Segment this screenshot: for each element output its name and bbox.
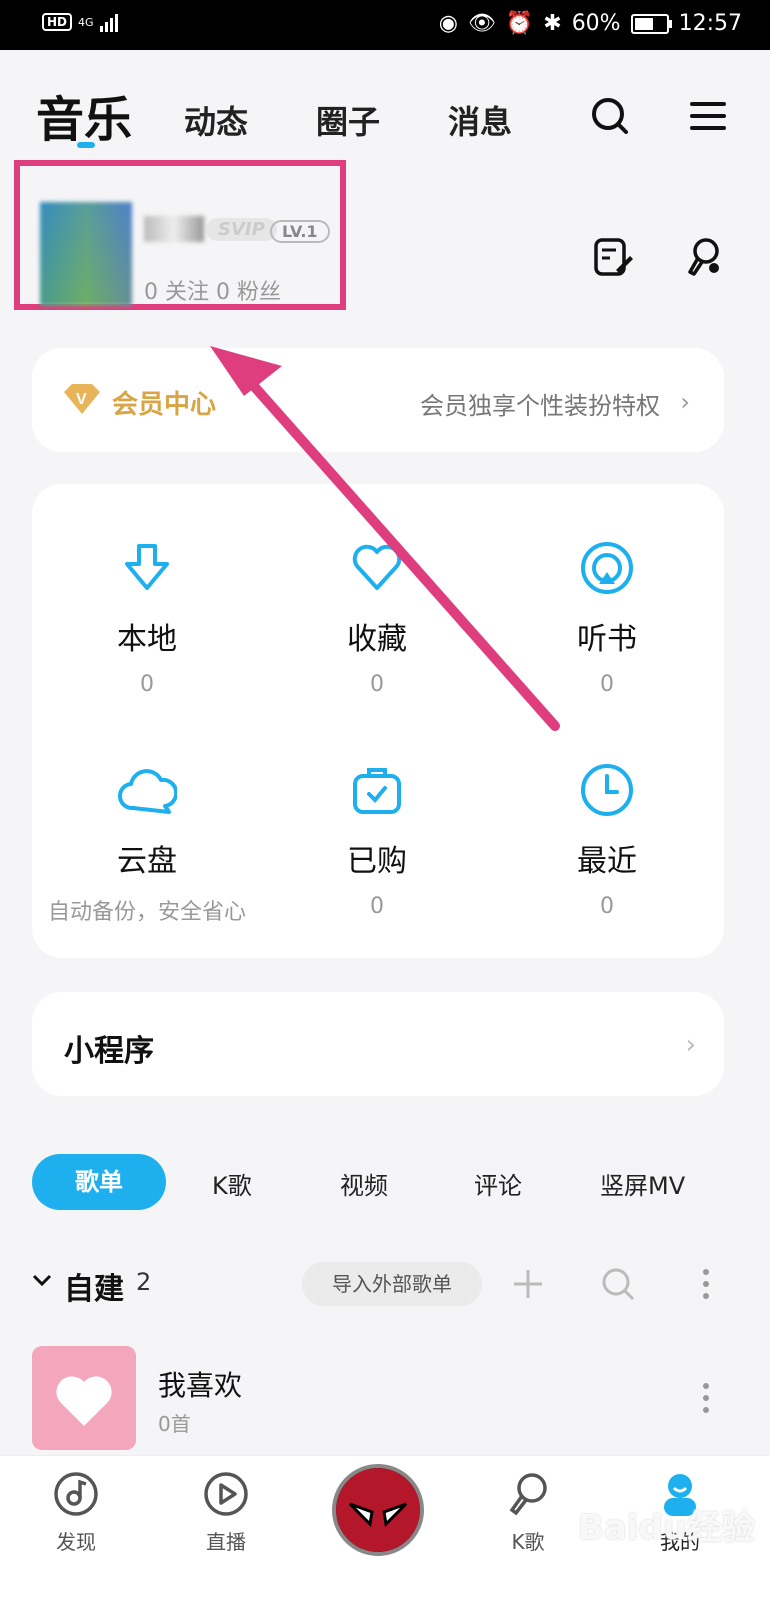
- grid-count: 0: [600, 672, 614, 697]
- svip-badge: SVIP: [206, 218, 277, 241]
- watermark: Baidu经验: [578, 1508, 756, 1548]
- network-type: 4G: [78, 15, 94, 29]
- nav-karaoke[interactable]: K歌: [478, 1470, 578, 1555]
- self-created-section: 自建 2 导入外部歌单: [32, 1262, 732, 1308]
- nav-label: 发现: [56, 1530, 96, 1554]
- heart-icon: [352, 544, 402, 590]
- chevron-right-icon: ›: [685, 1030, 696, 1060]
- nav-label: 直播: [206, 1530, 246, 1554]
- grid-label: 本地: [117, 622, 177, 657]
- grid-count: 自动备份，安全省心: [47, 900, 246, 925]
- spider-mask-icon: [336, 1468, 420, 1552]
- tab-messages[interactable]: 消息: [448, 97, 512, 143]
- vip-title: 会员中心: [112, 390, 217, 420]
- playlist-title: 我喜欢: [158, 1369, 243, 1402]
- tab-videos[interactable]: 视频: [340, 1166, 388, 1201]
- vip-diamond-icon: V: [64, 384, 100, 414]
- grid-label: 已购: [347, 844, 407, 879]
- bluetooth-icon: ✱: [543, 11, 562, 36]
- mini-program-title: 小程序: [64, 1034, 154, 1069]
- karaoke-mic-icon: [509, 1473, 547, 1516]
- eye-icon: 👁: [467, 11, 496, 36]
- profile-header[interactable]: SVIP LV.1 0 关注 0 粉丝: [14, 160, 346, 310]
- username-blurred: [144, 216, 204, 242]
- podcast-icon: [581, 542, 633, 594]
- tab-music[interactable]: 音乐: [36, 80, 132, 150]
- avatar[interactable]: [40, 202, 132, 306]
- more-icon[interactable]: [702, 1382, 710, 1414]
- bag-check-icon: [353, 768, 401, 814]
- chevron-right-icon: ›: [680, 388, 690, 416]
- tab-comments[interactable]: 评论: [474, 1166, 522, 1201]
- nav-label: K歌: [511, 1530, 545, 1554]
- tab-karaoke[interactable]: K歌: [212, 1166, 252, 1201]
- grid-item-purchased[interactable]: 已购 0: [262, 762, 492, 919]
- grid-label: 最近: [577, 844, 637, 879]
- grid-item-local[interactable]: 本地 0: [32, 540, 262, 697]
- vip-center-card[interactable]: V 会员中心 会员独享个性装扮特权 ›: [32, 348, 724, 452]
- hd-indicator: HD: [42, 13, 73, 31]
- tab-vertical-mv[interactable]: 竖屏MV: [600, 1166, 685, 1201]
- tab-circle[interactable]: 圈子: [316, 97, 380, 143]
- search-icon[interactable]: [590, 96, 630, 136]
- edit-note-icon[interactable]: [592, 236, 634, 278]
- svg-text:V: V: [76, 391, 87, 408]
- library-grid: 本地 0 收藏 0 听书 0 云盘 自动备份，安全省心 已购 0 最近 0: [32, 484, 724, 958]
- nav-discover[interactable]: 发现: [26, 1470, 126, 1555]
- playlist-item[interactable]: 我喜欢 0首: [32, 1346, 732, 1450]
- playlist-cover: [32, 1346, 136, 1450]
- grid-item-cloud[interactable]: 云盘 自动备份，安全省心: [32, 762, 262, 926]
- section-title: 自建: [64, 1272, 124, 1307]
- grid-count: 0: [370, 672, 384, 697]
- battery-icon: [630, 13, 672, 34]
- tab-dynamic[interactable]: 动态: [184, 97, 248, 143]
- more-icon[interactable]: [702, 1268, 710, 1300]
- clock-time: 12:57: [678, 11, 742, 36]
- chevron-down-icon[interactable]: [32, 1274, 52, 1288]
- follow-stats[interactable]: 0 关注 0 粉丝: [144, 274, 281, 306]
- alarm-icon: ⏰: [505, 11, 534, 36]
- search-icon[interactable]: [600, 1266, 636, 1302]
- music-note-icon: [54, 1472, 98, 1516]
- level-badge: LV.1: [270, 220, 330, 243]
- grid-label: 听书: [577, 622, 637, 657]
- cloud-icon: [118, 769, 177, 814]
- grid-count: 0: [140, 672, 154, 697]
- content-tabs: 歌单 K歌 视频 评论 竖屏MV: [32, 1154, 732, 1210]
- live-play-icon: [204, 1472, 248, 1516]
- grid-item-favorites[interactable]: 收藏 0: [262, 540, 492, 697]
- now-playing-button[interactable]: [332, 1464, 424, 1556]
- signal-icon: [99, 12, 118, 32]
- tab-playlists[interactable]: 歌单: [32, 1154, 166, 1210]
- status-bar: HD 4G ◉ 👁 ⏰ ✱ 60% 12:57: [0, 0, 770, 50]
- top-nav: 音乐 动态 圈子 消息: [0, 80, 770, 150]
- heart-icon: [56, 1376, 112, 1426]
- grid-item-audiobook[interactable]: 听书 0: [492, 540, 722, 697]
- import-playlist-button[interactable]: 导入外部歌单: [302, 1262, 482, 1306]
- playlist-track-count: 0首: [158, 1412, 191, 1436]
- nfc-icon: ◉: [438, 11, 458, 36]
- section-count: 2: [136, 1268, 152, 1296]
- nav-live[interactable]: 直播: [176, 1470, 276, 1555]
- download-icon: [125, 544, 169, 590]
- add-icon[interactable]: [512, 1268, 544, 1300]
- grid-count: 0: [600, 894, 614, 919]
- mini-program-card[interactable]: 小程序 ›: [32, 992, 724, 1096]
- grid-count: 0: [370, 894, 384, 919]
- grid-label: 收藏: [347, 622, 407, 657]
- tab-active-indicator: [77, 142, 95, 148]
- grid-item-recent[interactable]: 最近 0: [492, 762, 722, 919]
- battery-percent: 60%: [571, 11, 621, 36]
- clock-icon: [581, 764, 633, 816]
- menu-icon[interactable]: [688, 96, 728, 136]
- grid-label: 云盘: [117, 844, 177, 879]
- microphone-icon[interactable]: [684, 236, 726, 278]
- vip-description: 会员独享个性装扮特权: [420, 392, 660, 420]
